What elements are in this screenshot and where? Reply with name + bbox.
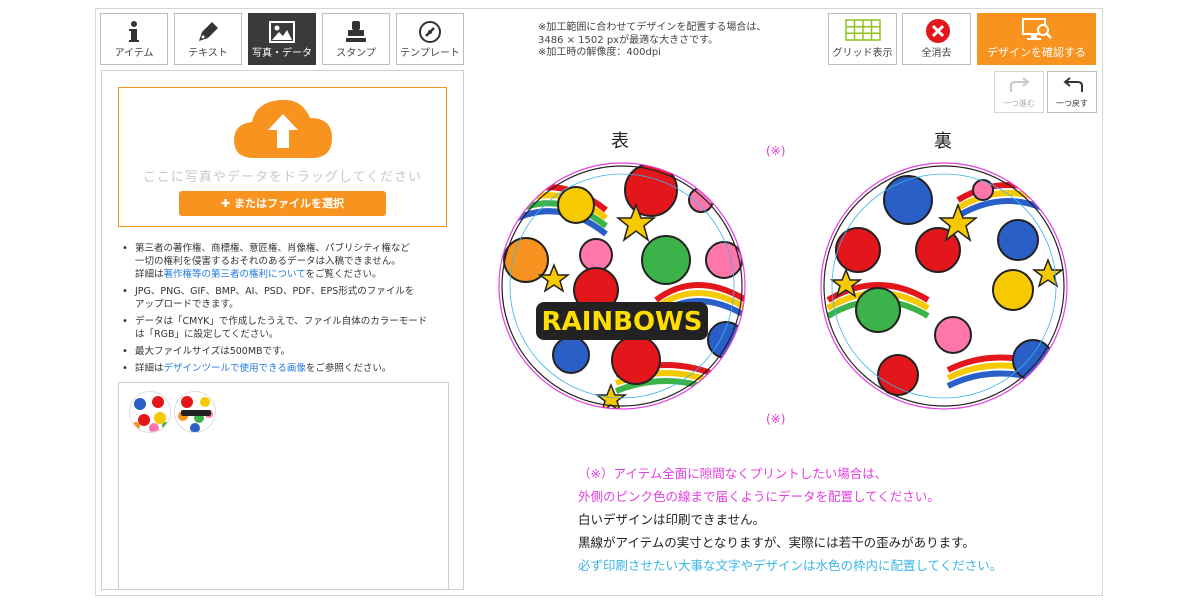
info-text: 一切の権利を侵害するおそれのあるデータは入稿できません。 <box>135 256 401 267</box>
drop-instructions: ここに写真やデータをドラッグしてください <box>142 170 423 185</box>
monitor-search-icon <box>1021 17 1053 47</box>
front-design-canvas[interactable]: RAINBOWS <box>496 160 748 416</box>
info-text: JPG、PNG、GIF、BMP、AI、PSD、PDF、EPS形式のファイルを <box>135 286 415 297</box>
clear-all-label: 全消去 <box>921 48 952 59</box>
uploaded-image-thumbnail[interactable] <box>174 391 216 433</box>
tab-label: テキスト <box>188 48 228 59</box>
tab-text[interactable]: テキスト <box>174 13 242 65</box>
front-design-text: RAINBOWS <box>542 307 703 337</box>
guideline-text: 黒線がアイテムの実寸となりますが、実際には若干の歪みがあります。 <box>578 535 975 550</box>
tab-label: アイテム <box>114 48 154 59</box>
tab-label: 写真・データ <box>252 48 312 59</box>
processing-notes: ※加工範囲に合わせてデザインを配置する場合は、 3486 × 1502 pxが最… <box>538 22 766 60</box>
upload-dropzone[interactable]: ここに写真やデータをドラッグしてください ✚ またはファイルを選択 <box>118 87 447 227</box>
confirm-design-button[interactable]: デザインを確認する <box>977 13 1096 65</box>
copyright-link[interactable]: 著作権等の第三者の権利について <box>164 269 306 280</box>
uploaded-images-gallery <box>118 382 449 590</box>
info-text: 最大ファイルサイズは500MBです。 <box>135 346 291 357</box>
list-item: データは「CMYK」で作成したうえで、ファイル自体のカラーモード は「RGB」に… <box>120 315 450 341</box>
undo-icon <box>1060 76 1086 100</box>
tab-template[interactable]: テンプレート <box>396 13 464 65</box>
list-item: 最大ファイルサイズは500MBです。 <box>120 345 450 358</box>
guideline-text: （※）アイテム全面に隙間なくプリントしたい場合は、 <box>578 466 888 481</box>
back-design-canvas[interactable] <box>818 160 1070 416</box>
tab-stamp[interactable]: スタンプ <box>322 13 390 65</box>
guideline-text: 外側のピンク色の線まで届くようにデータを配置してください。 <box>578 489 940 504</box>
choose-file-button[interactable]: ✚ またはファイルを選択 <box>179 191 386 216</box>
info-text: 詳細は <box>135 269 164 280</box>
note-line: ※加工時の解像度：400dpi <box>538 47 661 58</box>
print-guidelines: （※）アイテム全面に隙間なくプリントしたい場合は、 外側のピンク色の線まで届くよ… <box>578 462 1002 577</box>
info-text: 詳細は <box>135 363 164 374</box>
info-icon <box>101 18 167 46</box>
guideline-text: 必ず印刷させたい大事な文字やデザインは水色の枠内に配置してください。 <box>578 558 1003 573</box>
tab-label: スタンプ <box>336 48 376 59</box>
info-text: は「RGB」に設定してください。 <box>135 329 279 340</box>
uploaded-image-thumbnail[interactable] <box>129 391 171 433</box>
redo-label: 一つ進む <box>1003 99 1035 108</box>
tab-label: テンプレート <box>400 48 460 59</box>
stamp-icon <box>323 18 389 46</box>
pen-icon <box>175 18 241 46</box>
note-line: 3486 × 1502 pxが最適な大きさです。 <box>538 34 719 46</box>
upload-info-list: 第三者の著作権、商標権、意匠権、肖像権、パブリシティ権など 一切の権利を侵害する… <box>120 242 450 379</box>
guideline-text: 白いデザインは印刷できません。 <box>578 512 766 527</box>
grid-toggle-button[interactable]: グリッド表示 <box>828 13 897 65</box>
clear-all-button[interactable]: 全消去 <box>902 13 971 65</box>
redo-button[interactable]: 一つ進む <box>994 71 1044 113</box>
tab-photo-data[interactable]: 写真・データ <box>248 13 316 65</box>
choose-file-label: またはファイルを選択 <box>234 197 345 210</box>
cloud-upload-icon <box>232 96 334 164</box>
list-item: 第三者の著作権、商標権、意匠権、肖像権、パブリシティ権など 一切の権利を侵害する… <box>120 242 450 281</box>
info-text: 第三者の著作権、商標権、意匠権、肖像権、パブリシティ権など <box>135 243 410 254</box>
tab-item[interactable]: アイテム <box>100 13 168 65</box>
redo-icon <box>1007 76 1033 100</box>
usable-images-link[interactable]: デザインツールで使用できる画像 <box>164 363 306 374</box>
info-text: データは「CMYK」で作成したうえで、ファイル自体のカラーモード <box>135 316 428 327</box>
template-icon <box>397 18 463 46</box>
grid-icon <box>845 19 881 45</box>
undo-button[interactable]: 一つ戻す <box>1047 71 1097 113</box>
info-text: アップロードできます。 <box>135 299 239 310</box>
list-item: 詳細はデザインツールで使用できる画像をご参照ください。 <box>120 362 450 375</box>
plus-icon: ✚ <box>220 197 235 210</box>
image-icon <box>249 18 315 46</box>
undo-label: 一つ戻す <box>1056 99 1088 108</box>
bleed-note-mark: (※) <box>766 412 786 426</box>
back-side-label: 裏 <box>934 131 952 152</box>
grid-toggle-label: グリッド表示 <box>832 48 893 59</box>
bleed-note-mark: (※) <box>766 144 786 158</box>
info-text: をご覧ください。 <box>305 269 382 280</box>
info-text: をご参照ください。 <box>305 363 392 374</box>
note-line: ※加工範囲に合わせてデザインを配置する場合は、 <box>538 22 767 33</box>
front-side-label: 表 <box>611 131 629 152</box>
confirm-design-label: デザインを確認する <box>987 46 1086 59</box>
list-item: JPG、PNG、GIF、BMP、AI、PSD、PDF、EPS形式のファイルを ア… <box>120 285 450 311</box>
